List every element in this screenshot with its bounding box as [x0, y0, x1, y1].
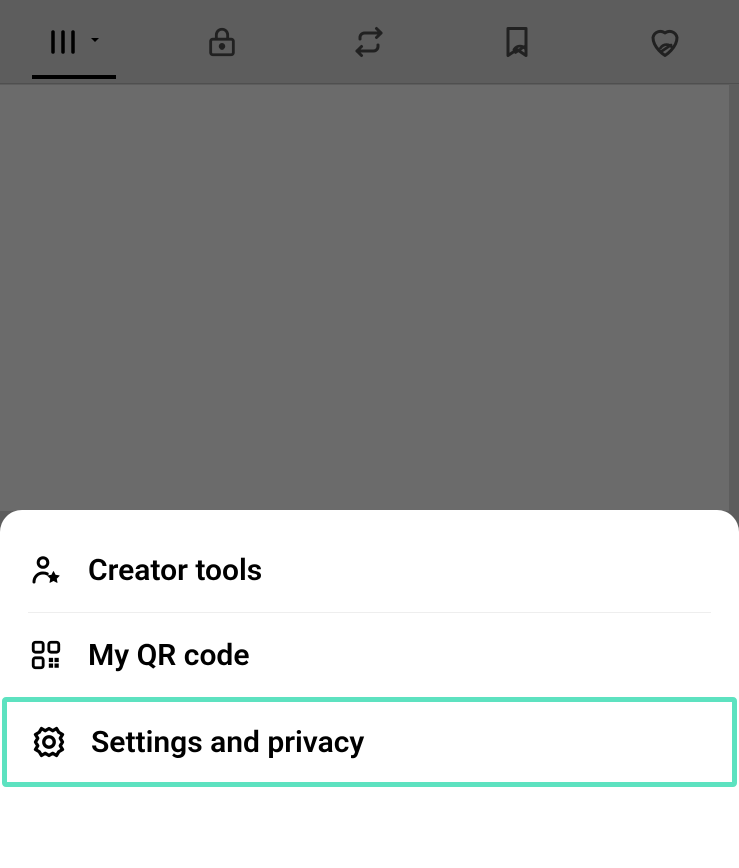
highlight-box: Settings and privacy — [2, 697, 737, 787]
sheet-item-label: Creator tools — [88, 553, 262, 588]
sheet-item-qr-code[interactable]: My QR code — [0, 613, 739, 697]
options-bottom-sheet: Creator tools My QR code S — [0, 510, 739, 868]
sheet-item-creator-tools[interactable]: Creator tools — [0, 528, 739, 612]
sheet-item-label: My QR code — [88, 638, 249, 673]
sheet-item-label: Settings and privacy — [91, 725, 364, 760]
qr-code-icon — [28, 637, 64, 673]
person-star-icon — [28, 552, 64, 588]
gear-icon — [31, 724, 67, 760]
sheet-item-settings-privacy[interactable]: Settings and privacy — [7, 702, 732, 782]
